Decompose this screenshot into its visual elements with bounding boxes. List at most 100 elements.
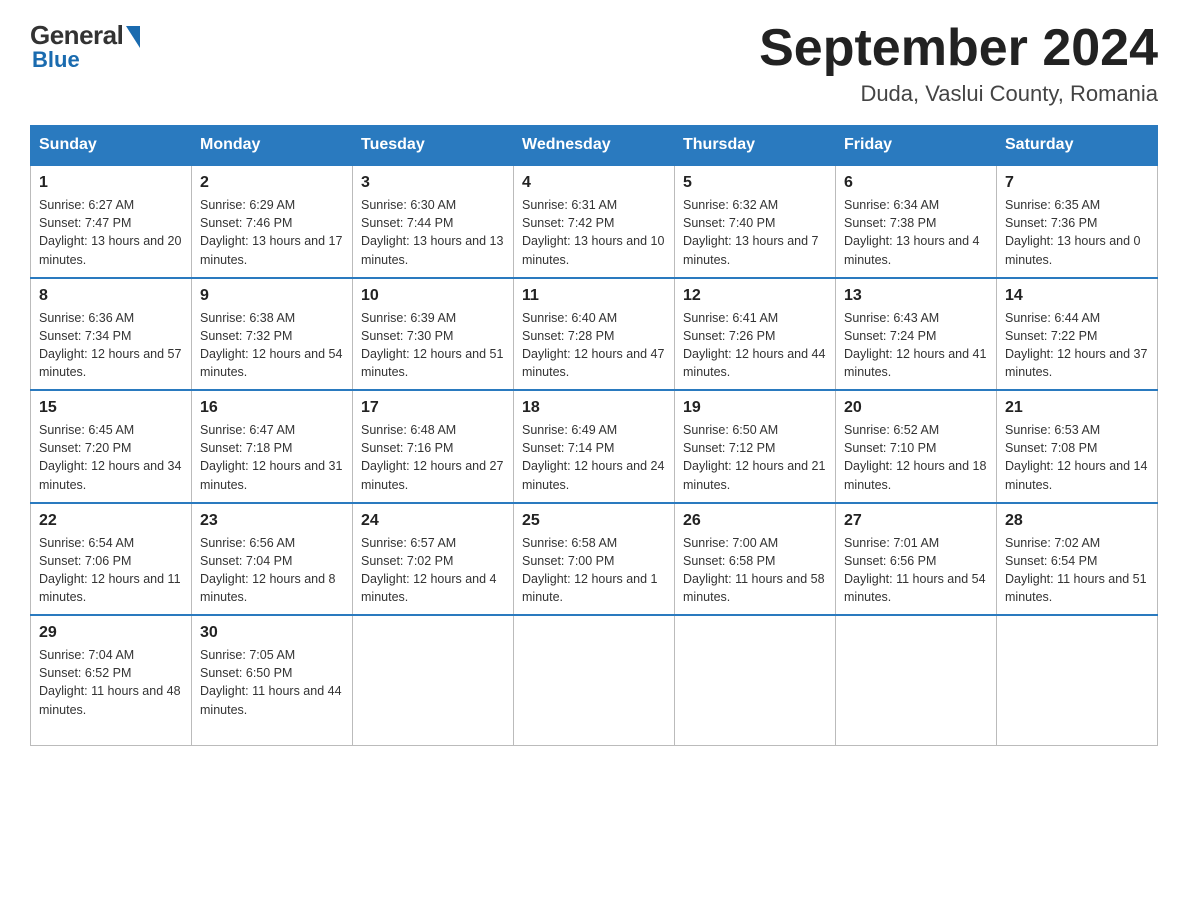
day-info: Sunrise: 6:38 AMSunset: 7:32 PMDaylight:… — [200, 309, 344, 382]
day-cell-17: 17 Sunrise: 6:48 AMSunset: 7:16 PMDayligh… — [353, 390, 514, 503]
day-cell-26: 26 Sunrise: 7:00 AMSunset: 6:58 PMDayligh… — [675, 503, 836, 616]
day-number: 20 — [844, 399, 988, 417]
column-header-tuesday: Tuesday — [353, 126, 514, 166]
column-header-monday: Monday — [192, 126, 353, 166]
day-info: Sunrise: 6:56 AMSunset: 7:04 PMDaylight:… — [200, 534, 344, 607]
day-number: 2 — [200, 174, 344, 192]
calendar-week-4: 22 Sunrise: 6:54 AMSunset: 7:06 PMDayligh… — [31, 503, 1158, 616]
day-cell-12: 12Sunrise: 6:41 AMSunset: 7:26 PMDayligh… — [675, 278, 836, 391]
calendar-week-1: 1Sunrise: 6:27 AMSunset: 7:47 PMDaylight… — [31, 165, 1158, 278]
logo-blue-text: Blue — [32, 47, 80, 73]
day-number: 15 — [39, 399, 183, 417]
day-cell-21: 21 Sunrise: 6:53 AMSunset: 7:08 PMDayligh… — [997, 390, 1158, 503]
day-cell-27: 27 Sunrise: 7:01 AMSunset: 6:56 PMDayligh… — [836, 503, 997, 616]
day-number: 8 — [39, 287, 183, 305]
day-number: 5 — [683, 174, 827, 192]
calendar-table: SundayMondayTuesdayWednesdayThursdayFrid… — [30, 125, 1158, 746]
calendar-title: September 2024 — [759, 20, 1158, 77]
day-cell-7: 7 Sunrise: 6:35 AMSunset: 7:36 PMDaylight… — [997, 165, 1158, 278]
day-number: 13 — [844, 287, 988, 305]
day-number: 22 — [39, 512, 183, 530]
day-cell-3: 3 Sunrise: 6:30 AMSunset: 7:44 PMDaylight… — [353, 165, 514, 278]
day-info: Sunrise: 6:41 AMSunset: 7:26 PMDaylight:… — [683, 309, 827, 382]
day-info: Sunrise: 6:29 AMSunset: 7:46 PMDaylight:… — [200, 196, 344, 269]
day-info: Sunrise: 7:02 AMSunset: 6:54 PMDaylight:… — [1005, 534, 1149, 607]
day-cell-24: 24Sunrise: 6:57 AMSunset: 7:02 PMDayligh… — [353, 503, 514, 616]
day-info: Sunrise: 6:36 AMSunset: 7:34 PMDaylight:… — [39, 309, 183, 382]
day-number: 18 — [522, 399, 666, 417]
day-cell-2: 2 Sunrise: 6:29 AMSunset: 7:46 PMDaylight… — [192, 165, 353, 278]
day-cell-19: 19Sunrise: 6:50 AMSunset: 7:12 PMDayligh… — [675, 390, 836, 503]
day-info: Sunrise: 6:31 AMSunset: 7:42 PMDaylight:… — [522, 196, 666, 269]
day-info: Sunrise: 6:43 AMSunset: 7:24 PMDaylight:… — [844, 309, 988, 382]
day-info: Sunrise: 6:54 AMSunset: 7:06 PMDaylight:… — [39, 534, 183, 607]
day-info: Sunrise: 6:49 AMSunset: 7:14 PMDaylight:… — [522, 421, 666, 494]
day-cell-16: 16Sunrise: 6:47 AMSunset: 7:18 PMDayligh… — [192, 390, 353, 503]
logo: General Blue — [30, 20, 140, 73]
calendar-subtitle: Duda, Vaslui County, Romania — [759, 81, 1158, 107]
day-info: Sunrise: 6:30 AMSunset: 7:44 PMDaylight:… — [361, 196, 505, 269]
day-info: Sunrise: 7:00 AMSunset: 6:58 PMDaylight:… — [683, 534, 827, 607]
day-number: 11 — [522, 287, 666, 305]
day-cell-8: 8 Sunrise: 6:36 AMSunset: 7:34 PMDaylight… — [31, 278, 192, 391]
day-info: Sunrise: 6:45 AMSunset: 7:20 PMDaylight:… — [39, 421, 183, 494]
day-cell-14: 14Sunrise: 6:44 AMSunset: 7:22 PMDayligh… — [997, 278, 1158, 391]
day-cell-11: 11 Sunrise: 6:40 AMSunset: 7:28 PMDayligh… — [514, 278, 675, 391]
calendar-week-2: 8 Sunrise: 6:36 AMSunset: 7:34 PMDaylight… — [31, 278, 1158, 391]
day-info: Sunrise: 6:40 AMSunset: 7:28 PMDaylight:… — [522, 309, 666, 382]
day-info: Sunrise: 6:32 AMSunset: 7:40 PMDaylight:… — [683, 196, 827, 269]
day-cell-18: 18 Sunrise: 6:49 AMSunset: 7:14 PMDayligh… — [514, 390, 675, 503]
column-header-thursday: Thursday — [675, 126, 836, 166]
day-info: Sunrise: 6:39 AMSunset: 7:30 PMDaylight:… — [361, 309, 505, 382]
day-cell-6: 6 Sunrise: 6:34 AMSunset: 7:38 PMDaylight… — [836, 165, 997, 278]
day-info: Sunrise: 7:05 AMSunset: 6:50 PMDaylight:… — [200, 646, 344, 719]
day-cell-10: 10 Sunrise: 6:39 AMSunset: 7:30 PMDayligh… — [353, 278, 514, 391]
day-number: 9 — [200, 287, 344, 305]
day-info: Sunrise: 7:01 AMSunset: 6:56 PMDaylight:… — [844, 534, 988, 607]
day-number: 29 — [39, 624, 183, 642]
column-header-saturday: Saturday — [997, 126, 1158, 166]
column-header-wednesday: Wednesday — [514, 126, 675, 166]
empty-cell — [675, 615, 836, 745]
day-cell-4: 4 Sunrise: 6:31 AMSunset: 7:42 PMDaylight… — [514, 165, 675, 278]
empty-cell — [997, 615, 1158, 745]
day-number: 27 — [844, 512, 988, 530]
day-info: Sunrise: 6:34 AMSunset: 7:38 PMDaylight:… — [844, 196, 988, 269]
day-number: 7 — [1005, 174, 1149, 192]
day-info: Sunrise: 6:35 AMSunset: 7:36 PMDaylight:… — [1005, 196, 1149, 269]
day-info: Sunrise: 6:57 AMSunset: 7:02 PMDaylight:… — [361, 534, 505, 607]
day-info: Sunrise: 6:27 AMSunset: 7:47 PMDaylight:… — [39, 196, 183, 269]
day-cell-22: 22 Sunrise: 6:54 AMSunset: 7:06 PMDayligh… — [31, 503, 192, 616]
day-cell-20: 20Sunrise: 6:52 AMSunset: 7:10 PMDayligh… — [836, 390, 997, 503]
day-number: 10 — [361, 287, 505, 305]
day-cell-1: 1Sunrise: 6:27 AMSunset: 7:47 PMDaylight… — [31, 165, 192, 278]
day-number: 19 — [683, 399, 827, 417]
day-number: 25 — [522, 512, 666, 530]
day-number: 17 — [361, 399, 505, 417]
day-number: 21 — [1005, 399, 1149, 417]
day-cell-9: 9 Sunrise: 6:38 AMSunset: 7:32 PMDaylight… — [192, 278, 353, 391]
day-info: Sunrise: 6:58 AMSunset: 7:00 PMDaylight:… — [522, 534, 666, 607]
day-cell-5: 5 Sunrise: 6:32 AMSunset: 7:40 PMDaylight… — [675, 165, 836, 278]
day-number: 30 — [200, 624, 344, 642]
column-header-friday: Friday — [836, 126, 997, 166]
logo-arrow-icon — [126, 26, 140, 48]
day-number: 6 — [844, 174, 988, 192]
day-cell-30: 30 Sunrise: 7:05 AMSunset: 6:50 PMDayligh… — [192, 615, 353, 745]
day-cell-28: 28 Sunrise: 7:02 AMSunset: 6:54 PMDayligh… — [997, 503, 1158, 616]
empty-cell — [353, 615, 514, 745]
day-info: Sunrise: 6:48 AMSunset: 7:16 PMDaylight:… — [361, 421, 505, 494]
day-number: 23 — [200, 512, 344, 530]
day-cell-23: 23 Sunrise: 6:56 AMSunset: 7:04 PMDayligh… — [192, 503, 353, 616]
day-number: 3 — [361, 174, 505, 192]
day-info: Sunrise: 6:53 AMSunset: 7:08 PMDaylight:… — [1005, 421, 1149, 494]
day-info: Sunrise: 7:04 AMSunset: 6:52 PMDaylight:… — [39, 646, 183, 719]
column-header-sunday: Sunday — [31, 126, 192, 166]
day-info: Sunrise: 6:47 AMSunset: 7:18 PMDaylight:… — [200, 421, 344, 494]
day-number: 14 — [1005, 287, 1149, 305]
day-cell-13: 13 Sunrise: 6:43 AMSunset: 7:24 PMDayligh… — [836, 278, 997, 391]
day-number: 28 — [1005, 512, 1149, 530]
day-cell-25: 25 Sunrise: 6:58 AMSunset: 7:00 PMDayligh… — [514, 503, 675, 616]
day-number: 26 — [683, 512, 827, 530]
day-number: 4 — [522, 174, 666, 192]
